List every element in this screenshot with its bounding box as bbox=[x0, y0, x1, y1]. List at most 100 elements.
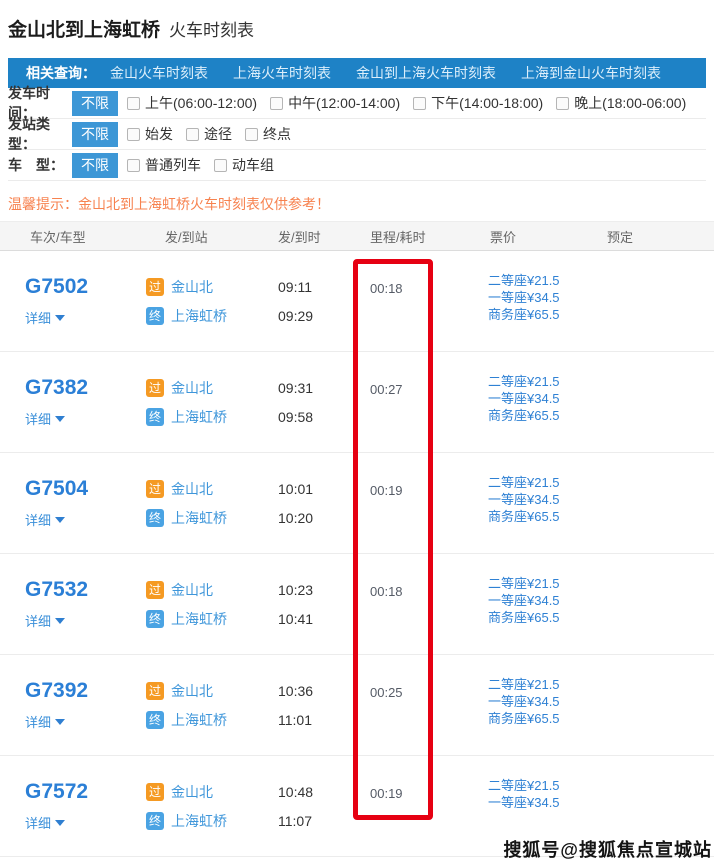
terminus-badge: 终 bbox=[146, 812, 164, 830]
departure-time: 09:31 bbox=[278, 379, 368, 397]
detail-toggle[interactable]: 详细 bbox=[25, 712, 146, 731]
checkbox-evening[interactable] bbox=[556, 97, 569, 110]
filter-depart-time-unlimited-button[interactable]: 不限 bbox=[72, 91, 118, 116]
from-station-link[interactable]: 金山北 bbox=[171, 681, 213, 701]
from-station-link[interactable]: 金山北 bbox=[171, 580, 213, 600]
filter-option-afternoon[interactable]: 下午(14:00-18:00) bbox=[413, 93, 543, 113]
table-row: G7382 详细 过金山北 终上海虹桥 09:31 09:58 00:27 二等… bbox=[0, 352, 714, 453]
chevron-down-icon bbox=[55, 618, 65, 624]
price-first-class: 一等座¥34.5 bbox=[488, 592, 607, 609]
train-number-link[interactable]: G7502 bbox=[25, 275, 88, 299]
price-first-class: 一等座¥34.5 bbox=[488, 794, 607, 811]
detail-toggle[interactable]: 详细 bbox=[25, 409, 146, 428]
checkbox-via[interactable] bbox=[186, 128, 199, 141]
from-station-link[interactable]: 金山北 bbox=[171, 378, 213, 398]
page-title-suffix: 火车时刻表 bbox=[169, 21, 254, 40]
duration: 00:19 bbox=[368, 756, 488, 856]
filter-train-type-label: 车 型： bbox=[8, 155, 72, 175]
duration: 00:19 bbox=[368, 453, 488, 553]
departure-time: 10:36 bbox=[278, 682, 368, 700]
checkbox-morning[interactable] bbox=[127, 97, 140, 110]
filter-station-type-unlimited-button[interactable]: 不限 bbox=[72, 122, 118, 147]
page-title: 金山北到上海虹桥火车时刻表 bbox=[0, 0, 714, 58]
to-station-link[interactable]: 上海虹桥 bbox=[171, 811, 227, 831]
departure-time: 10:23 bbox=[278, 581, 368, 599]
price-first-class: 一等座¥34.5 bbox=[488, 390, 607, 407]
duration: 00:18 bbox=[368, 251, 488, 351]
price-second-class: 二等座¥21.5 bbox=[488, 676, 607, 693]
header-times: 发/到时 bbox=[278, 227, 368, 246]
filter-train-type-unlimited-button[interactable]: 不限 bbox=[72, 153, 118, 178]
filter-option-emu[interactable]: 动车组 bbox=[214, 155, 274, 175]
train-number-link[interactable]: G7532 bbox=[25, 578, 88, 602]
checkbox-noon[interactable] bbox=[270, 97, 283, 110]
checkbox-ordinary-train[interactable] bbox=[127, 159, 140, 172]
arrival-time: 11:07 bbox=[278, 812, 368, 830]
related-link-shanghai[interactable]: 上海火车时刻表 bbox=[233, 63, 331, 83]
checkbox-terminus[interactable] bbox=[245, 128, 258, 141]
price-second-class: 二等座¥21.5 bbox=[488, 777, 607, 794]
from-station-link[interactable]: 金山北 bbox=[171, 479, 213, 499]
to-station-link[interactable]: 上海虹桥 bbox=[171, 407, 227, 427]
arrival-time: 11:01 bbox=[278, 711, 368, 729]
related-queries-bar: 相关查询： 金山火车时刻表 上海火车时刻表 金山到上海火车时刻表 上海到金山火车… bbox=[8, 58, 706, 88]
price-business-class: 商务座¥65.5 bbox=[488, 407, 607, 424]
filter-option-morning[interactable]: 上午(06:00-12:00) bbox=[127, 93, 257, 113]
page-title-route: 金山北到上海虹桥 bbox=[8, 20, 160, 41]
checkbox-origin[interactable] bbox=[127, 128, 140, 141]
table-row: G7504 详细 过金山北 终上海虹桥 10:01 10:20 00:19 二等… bbox=[0, 453, 714, 554]
table-row: G7502 详细 过金山北 终上海虹桥 09:11 09:29 00:18 二等… bbox=[0, 251, 714, 352]
pass-badge: 过 bbox=[146, 783, 164, 801]
to-station-link[interactable]: 上海虹桥 bbox=[171, 306, 227, 326]
detail-toggle[interactable]: 详细 bbox=[25, 510, 146, 529]
departure-time: 10:48 bbox=[278, 783, 368, 801]
from-station-link[interactable]: 金山北 bbox=[171, 277, 213, 297]
to-station-link[interactable]: 上海虹桥 bbox=[171, 508, 227, 528]
arrival-time: 09:29 bbox=[278, 307, 368, 325]
notice-text: 温馨提示：金山北到上海虹桥火车时刻表仅供参考！ bbox=[0, 181, 714, 221]
checkbox-afternoon[interactable] bbox=[413, 97, 426, 110]
header-train: 车次/车型 bbox=[0, 227, 146, 246]
to-station-link[interactable]: 上海虹桥 bbox=[171, 609, 227, 629]
to-station-link[interactable]: 上海虹桥 bbox=[171, 710, 227, 730]
prices: 二等座¥21.5 一等座¥34.5 商务座¥65.5 bbox=[488, 655, 607, 755]
related-link-shanghai-to-jinshan[interactable]: 上海到金山火车时刻表 bbox=[521, 63, 661, 83]
related-link-jinshan-to-shanghai[interactable]: 金山到上海火车时刻表 bbox=[356, 63, 496, 83]
filter-option-terminus[interactable]: 终点 bbox=[245, 124, 291, 144]
price-first-class: 一等座¥34.5 bbox=[488, 693, 607, 710]
chevron-down-icon bbox=[55, 820, 65, 826]
filter-option-evening[interactable]: 晚上(18:00-06:00) bbox=[556, 93, 686, 113]
detail-toggle[interactable]: 详细 bbox=[25, 813, 146, 832]
price-second-class: 二等座¥21.5 bbox=[488, 474, 607, 491]
arrival-time: 10:41 bbox=[278, 610, 368, 628]
related-link-jinshan[interactable]: 金山火车时刻表 bbox=[110, 63, 208, 83]
pass-badge: 过 bbox=[146, 682, 164, 700]
checkbox-emu[interactable] bbox=[214, 159, 227, 172]
train-number-link[interactable]: G7382 bbox=[25, 376, 88, 400]
prices: 二等座¥21.5 一等座¥34.5 商务座¥65.5 bbox=[488, 453, 607, 553]
filter-train-type: 车 型： 不限 普通列车 动车组 bbox=[8, 150, 706, 181]
train-number-link[interactable]: G7392 bbox=[25, 679, 88, 703]
chevron-down-icon bbox=[55, 517, 65, 523]
filter-option-noon[interactable]: 中午(12:00-14:00) bbox=[270, 93, 400, 113]
price-second-class: 二等座¥21.5 bbox=[488, 373, 607, 390]
header-stations: 发/到站 bbox=[146, 227, 278, 246]
price-first-class: 一等座¥34.5 bbox=[488, 491, 607, 508]
detail-toggle[interactable]: 详细 bbox=[25, 611, 146, 630]
terminus-badge: 终 bbox=[146, 408, 164, 426]
from-station-link[interactable]: 金山北 bbox=[171, 782, 213, 802]
pass-badge: 过 bbox=[146, 581, 164, 599]
terminus-badge: 终 bbox=[146, 509, 164, 527]
prices: 二等座¥21.5 一等座¥34.5 商务座¥65.5 bbox=[488, 352, 607, 452]
train-number-link[interactable]: G7572 bbox=[25, 780, 88, 804]
filters: 发车时间： 不限 上午(06:00-12:00) 中午(12:00-14:00)… bbox=[0, 88, 714, 181]
filter-option-ordinary-train[interactable]: 普通列车 bbox=[127, 155, 201, 175]
price-business-class: 商务座¥65.5 bbox=[488, 609, 607, 626]
filter-option-origin[interactable]: 始发 bbox=[127, 124, 173, 144]
chevron-down-icon bbox=[55, 315, 65, 321]
filter-option-via[interactable]: 途径 bbox=[186, 124, 232, 144]
train-number-link[interactable]: G7504 bbox=[25, 477, 88, 501]
header-price: 票价 bbox=[488, 227, 607, 246]
terminus-badge: 终 bbox=[146, 711, 164, 729]
detail-toggle[interactable]: 详细 bbox=[25, 308, 146, 327]
